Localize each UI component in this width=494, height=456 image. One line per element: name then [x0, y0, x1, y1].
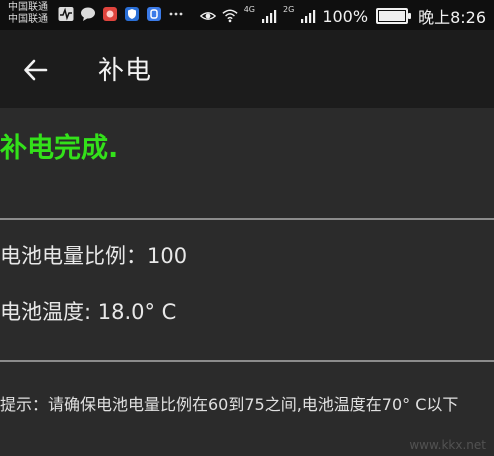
carrier-info: 中国联通 中国联通	[8, 2, 48, 26]
divider	[0, 218, 494, 220]
carrier-label: 中国联通	[8, 2, 48, 13]
hint-text: 提示：请确保电池电量比例在60到75之间,电池温度在70° C以下	[0, 395, 459, 414]
chat-icon	[80, 6, 96, 22]
vpn-icon	[146, 6, 162, 22]
battery-percent: 100%	[322, 6, 369, 26]
wifi-icon	[222, 8, 238, 24]
completion-status: 补电完成.	[0, 133, 119, 164]
signal-icon	[300, 8, 316, 24]
system-status: 4G 2G 100% 晚上8:26	[199, 4, 486, 28]
shield-icon	[124, 6, 140, 22]
signal-label: 4G	[243, 5, 256, 14]
signal-label: 2G	[283, 5, 295, 14]
battery-ratio-text: 电池电量比例：100	[0, 244, 188, 268]
page-title: 补电	[98, 56, 153, 86]
pulse-icon	[58, 6, 74, 22]
battery-level-fill	[379, 11, 406, 21]
signal-icon	[261, 8, 277, 24]
carrier-label: 中国联通	[8, 14, 48, 25]
battery-temperature-text: 电池温度: 18.0° C	[0, 300, 177, 324]
eye-icon	[199, 8, 216, 24]
app-icon	[102, 6, 118, 22]
more-icon	[168, 6, 184, 22]
arrow-left-icon[interactable]	[22, 56, 50, 84]
main-content: 补电完成. 电池电量比例：100 电池温度: 18.0° C 提示：请确保电池电…	[0, 108, 494, 456]
app-bar: 补电	[0, 30, 494, 109]
divider	[0, 360, 494, 362]
clock: 晚上8:26	[418, 8, 486, 27]
notification-icons	[58, 6, 184, 22]
watermark: www.kkx.net	[409, 438, 486, 452]
status-bar: 中国联通 中国联通 4G 2G 100% 晚上8:26	[0, 0, 494, 30]
battery-icon	[376, 8, 412, 24]
